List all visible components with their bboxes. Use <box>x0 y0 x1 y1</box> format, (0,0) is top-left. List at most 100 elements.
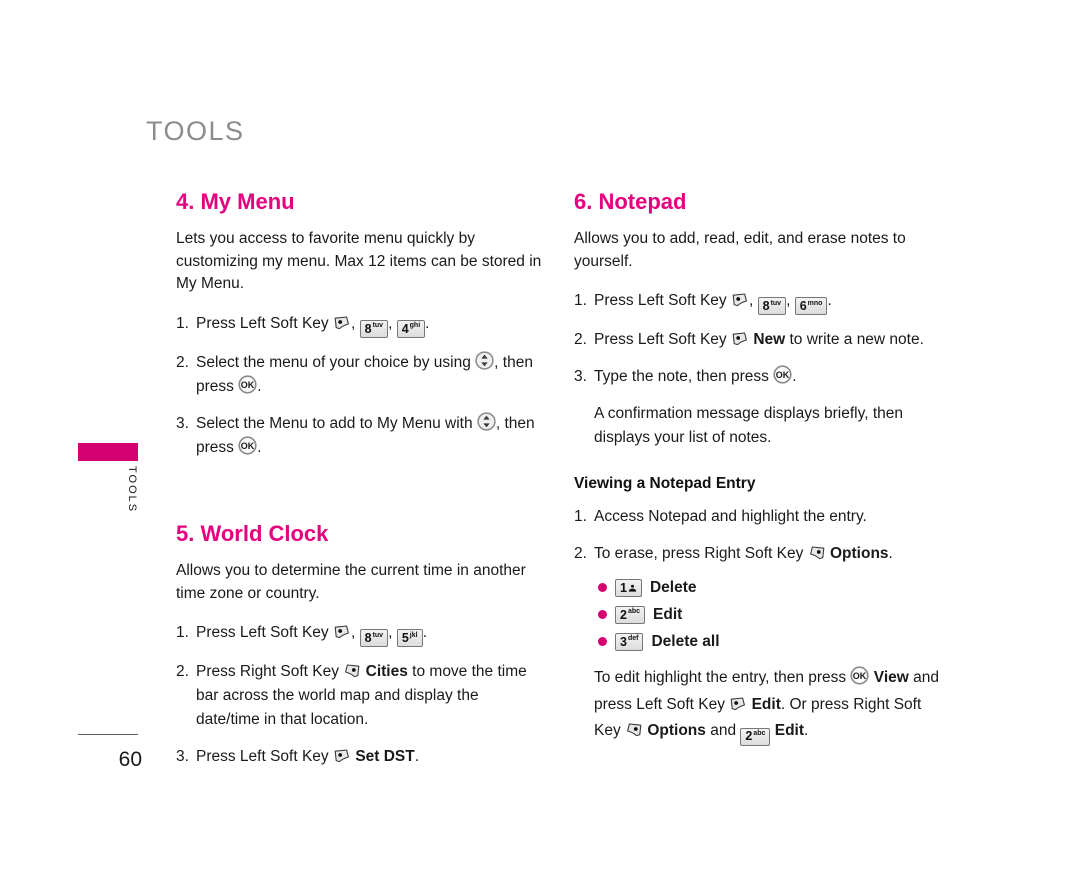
step-period: . <box>425 314 430 332</box>
step-number: 1. <box>176 624 189 642</box>
viewing-entry-steps: 1. Access Notepad and highlight the entr… <box>574 505 944 566</box>
left-soft-key-icon <box>333 748 351 764</box>
notepad-edit-instructions: To edit highlight the entry, then press … <box>594 665 944 746</box>
option-label: Delete all <box>651 632 720 650</box>
step-number: 2. <box>176 663 189 681</box>
my-menu-intro: Lets you access to favorite menu quickly… <box>176 230 542 293</box>
left-soft-key-icon <box>333 624 351 640</box>
ok-key-icon: OK <box>773 365 792 384</box>
step-period: . <box>257 438 262 456</box>
ok-key-icon: OK <box>238 436 257 455</box>
step-item: 1. Press Left Soft Key , 8 tuv , 6 mno . <box>574 289 944 316</box>
step-sep: , <box>786 292 791 310</box>
step-text: Press Left Soft Key <box>196 748 329 766</box>
ok-key-icon: OK <box>238 375 257 394</box>
step-text: Press Left Soft Key <box>196 314 329 332</box>
voicemail-glyph-icon <box>628 584 637 593</box>
ok-key-icon: OK <box>850 666 870 685</box>
key-letters: mno <box>807 299 823 307</box>
step-period: . <box>414 748 420 766</box>
key-letters: ghi <box>409 322 421 330</box>
key-8-tuv: 8 tuv <box>359 629 389 648</box>
left-soft-key-icon <box>731 331 749 347</box>
key-letters: abc <box>753 730 766 737</box>
step-period: . <box>257 377 262 395</box>
step-number: 3. <box>176 748 189 766</box>
step-sep: , <box>351 624 356 642</box>
svg-text:OK: OK <box>776 370 790 380</box>
svg-text:OK: OK <box>241 441 255 451</box>
world-clock-intro: Allows you to determine the current time… <box>176 562 526 602</box>
step-text: Type the note, then press <box>594 368 769 386</box>
notepad-steps: 1. Press Left Soft Key , 8 tuv , 6 mno . 2… <box>574 289 944 389</box>
right-soft-key-icon <box>625 722 643 738</box>
left-column: 4. My Menu Lets you access to favorite m… <box>176 189 546 782</box>
step-text: Press Left Soft Key <box>196 624 329 642</box>
step-number: 1. <box>176 314 189 332</box>
tail-text: and <box>710 722 737 740</box>
step-emphasis: Options <box>829 544 889 562</box>
step-number: 1. <box>574 507 587 525</box>
right-soft-key-icon <box>808 545 826 561</box>
key-3-def: 3 def <box>615 632 644 651</box>
key-digit: 8 <box>364 321 372 336</box>
step-number: 2. <box>574 331 587 349</box>
step-text: Press Left Soft Key <box>594 331 727 349</box>
key-digit: 1 <box>620 580 627 595</box>
step-sep: , <box>388 314 393 332</box>
world-clock-steps: 1. Press Left Soft Key , 8 tuv , 5 jkl . 2… <box>176 621 546 769</box>
navigation-up-down-icon <box>475 351 494 370</box>
section-heading-world-clock: 5. World Clock <box>176 520 329 546</box>
step-emphasis: Cities <box>365 663 408 681</box>
step-item: 2. Select the menu of your choice by usi… <box>176 351 546 399</box>
key-letters: jkl <box>409 631 418 639</box>
tail-emphasis: Edit <box>774 722 805 740</box>
step-sep: , <box>749 292 754 310</box>
step-item: 2. Press Right Soft Key Cities to move t… <box>176 660 546 732</box>
key-digit: 5 <box>401 631 409 646</box>
key-8-tuv: 8 tuv <box>359 319 389 338</box>
key-digit: 6 <box>799 299 807 314</box>
step-period: . <box>422 624 428 642</box>
key-2-abc: 2 abc <box>615 605 646 624</box>
side-tab-marker <box>78 443 138 461</box>
step-period: . <box>792 368 797 386</box>
bullet-dot-icon <box>598 583 607 593</box>
step-number: 3. <box>574 368 587 386</box>
step-sep: , <box>351 314 356 332</box>
step-emphasis: Set DST <box>355 748 415 766</box>
tail-emphasis: Options <box>647 722 706 740</box>
step-emphasis: New <box>753 331 786 349</box>
left-soft-key-icon <box>731 292 749 308</box>
svg-text:OK: OK <box>853 671 867 681</box>
list-item: 2 abc Edit <box>574 605 944 624</box>
step-item: 3. Press Left Soft Key Set DST. <box>176 745 546 769</box>
key-digit: 8 <box>762 299 770 314</box>
option-label: Delete <box>649 578 697 596</box>
step-number: 3. <box>176 414 189 432</box>
tail-emphasis: Edit <box>751 695 781 713</box>
right-column: 6. Notepad Allows you to add, read, edit… <box>574 189 944 746</box>
key-letters: tuv <box>372 322 384 330</box>
right-soft-key-icon <box>343 663 361 679</box>
step-item: 1. Press Left Soft Key , 8 tuv , 4 ghi . <box>176 312 546 338</box>
left-soft-key-icon <box>333 315 351 331</box>
step-item: 3. Type the note, then press OK . <box>574 365 944 389</box>
step-text: Select the Menu to add to My Menu with <box>196 414 473 432</box>
step-text: To erase, press Right Soft Key <box>594 544 804 562</box>
left-soft-key-icon <box>729 696 747 712</box>
notepad-options-list: 1 Delete 2 abc Edit 3 def Delete all <box>574 578 944 651</box>
key-5-jkl: 5 jkl <box>396 629 423 648</box>
tail-text: To edit highlight the entry, then press <box>594 668 847 686</box>
chapter-title: TOOLS <box>146 116 245 146</box>
key-letters: abc <box>627 608 641 616</box>
step-sep: , <box>388 624 393 642</box>
subsection-heading-viewing-entry: Viewing a Notepad Entry <box>574 474 756 492</box>
navigation-up-down-icon <box>477 412 496 431</box>
key-digit: 4 <box>401 321 409 336</box>
step-item: 3. Select the Menu to add to My Menu wit… <box>176 412 546 460</box>
step-text: Press Right Soft Key <box>196 663 340 681</box>
list-item: 3 def Delete all <box>574 632 944 651</box>
footer-divider <box>78 734 138 735</box>
side-tab-label: TOOLS <box>126 466 138 514</box>
